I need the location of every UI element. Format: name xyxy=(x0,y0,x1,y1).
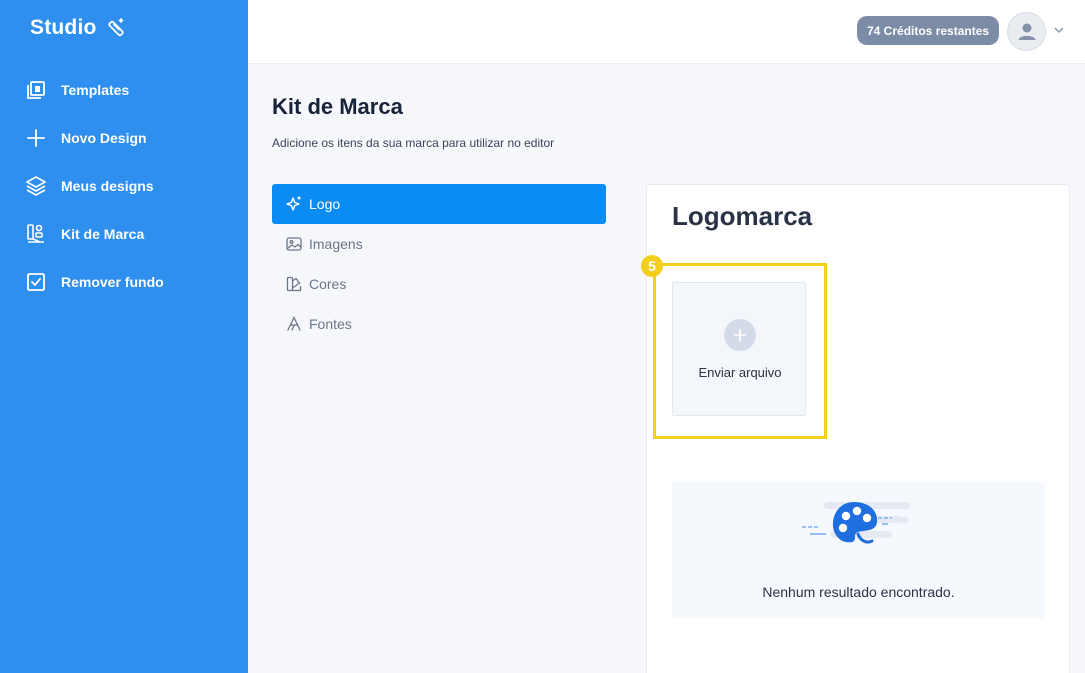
tab-label: Cores xyxy=(309,276,347,292)
chevron-down-icon[interactable] xyxy=(1053,24,1065,36)
sidebar-item-kit-de-marca[interactable]: Kit de Marca xyxy=(0,210,248,258)
sidebar-item-label: Novo Design xyxy=(61,130,147,146)
user-icon xyxy=(1016,21,1038,43)
templates-icon xyxy=(25,79,47,101)
sidebar-item-label: Remover fundo xyxy=(61,274,164,290)
credits-badge[interactable]: 74 Créditos restantes xyxy=(857,16,1000,45)
sidebar: Studio Templates Novo Design Meus design… xyxy=(0,0,248,673)
page-subtitle: Adicione os itens da sua marca para util… xyxy=(272,136,555,150)
sidebar-item-meus-designs[interactable]: Meus designs xyxy=(0,162,248,210)
sidebar-item-remover-fundo[interactable]: Remover fundo xyxy=(0,258,248,306)
top-header: 74 Créditos restantes xyxy=(248,0,1085,64)
font-icon xyxy=(285,315,303,333)
brand[interactable]: Studio xyxy=(30,16,127,40)
sidebar-item-novo-design[interactable]: Novo Design xyxy=(0,114,248,162)
empty-state: Nenhum resultado encontrado. xyxy=(672,482,1045,618)
sidebar-nav: Templates Novo Design Meus designs Kit d… xyxy=(0,66,248,306)
user-avatar[interactable] xyxy=(1007,12,1046,51)
brand-name: Studio xyxy=(30,16,97,39)
tab-imagens[interactable]: Imagens xyxy=(272,224,606,264)
layers-icon xyxy=(25,175,47,197)
upload-file-button[interactable]: Enviar arquivo xyxy=(672,282,806,416)
page-title: Kit de Marca xyxy=(272,94,403,119)
sidebar-item-label: Meus designs xyxy=(61,178,154,194)
brand-kit-icon xyxy=(25,223,47,245)
image-icon xyxy=(285,235,303,253)
tab-label: Fontes xyxy=(309,316,352,332)
sparkle-icon xyxy=(285,195,303,213)
sidebar-item-label: Kit de Marca xyxy=(61,226,145,242)
palette-illustration-icon xyxy=(802,496,914,558)
magic-wand-icon xyxy=(105,17,127,39)
upload-label: Enviar arquivo xyxy=(698,365,782,380)
step-badge: 5 xyxy=(641,255,663,277)
sidebar-item-label: Templates xyxy=(61,82,130,98)
sidebar-item-templates[interactable]: Templates xyxy=(0,66,248,114)
tab-cores[interactable]: Cores xyxy=(272,264,606,304)
tab-label: Logo xyxy=(309,196,341,212)
plus-icon xyxy=(25,127,47,149)
palette-icon xyxy=(285,275,303,293)
brand-kit-tabs: Logo Imagens Cores Fontes xyxy=(272,184,606,344)
tab-logo[interactable]: Logo xyxy=(272,184,606,224)
tab-label: Imagens xyxy=(309,236,363,252)
panel-title: Logomarca xyxy=(672,201,813,231)
empty-state-text: Nenhum resultado encontrado. xyxy=(762,584,955,600)
plus-icon xyxy=(724,319,756,351)
checkbox-icon xyxy=(25,271,47,293)
logo-panel: Logomarca 5 Enviar arquivo Nenhum result… xyxy=(641,184,1070,673)
tab-fontes[interactable]: Fontes xyxy=(272,304,606,344)
